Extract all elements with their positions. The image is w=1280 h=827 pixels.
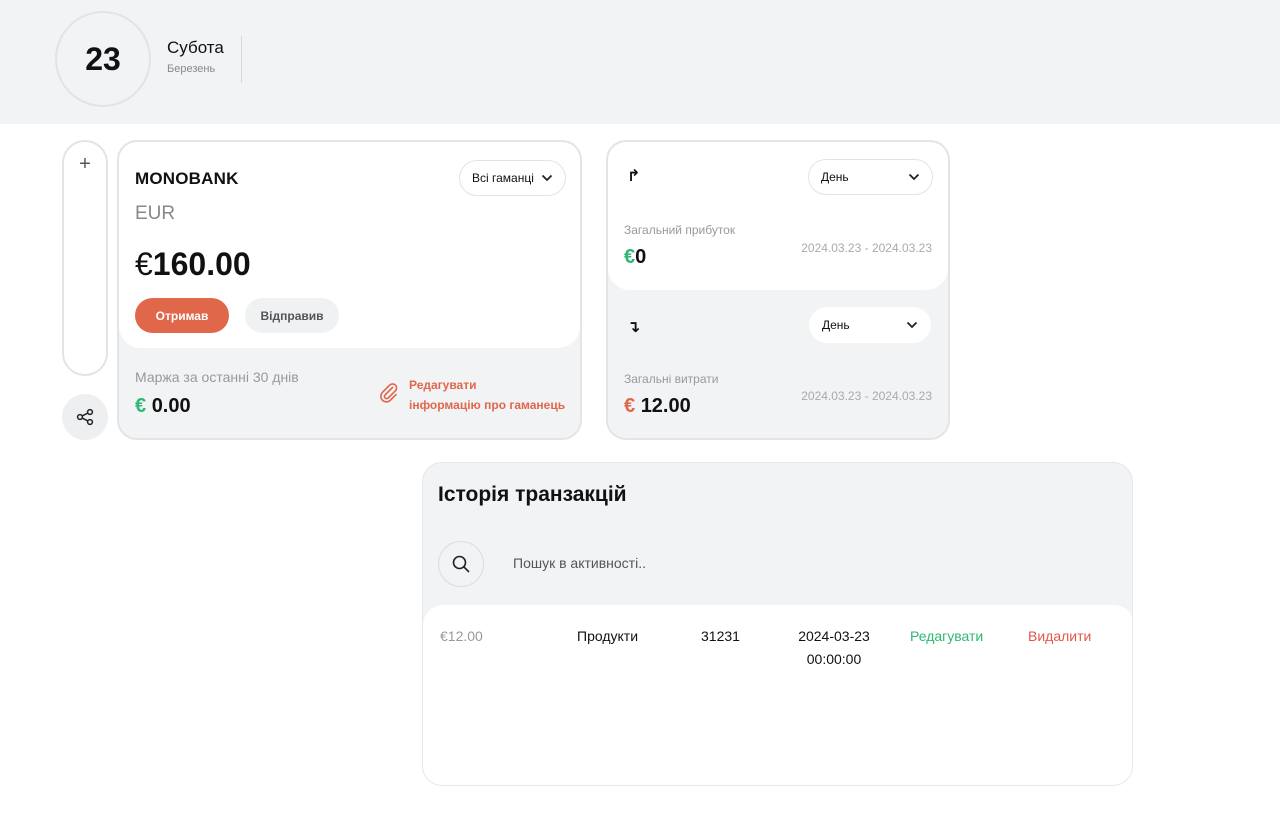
top-bar: 23 Субота Березень xyxy=(0,0,1280,124)
received-button[interactable]: Отримав xyxy=(135,298,229,333)
edit-wallet-link[interactable]: Редагувати інформацію про гаманець xyxy=(377,375,565,415)
paperclip-icon xyxy=(380,383,398,403)
header-divider xyxy=(241,36,242,83)
margin-label: Маржа за останні 30 днів xyxy=(135,369,299,385)
expense-currency-symbol: € xyxy=(624,395,636,417)
share-icon xyxy=(76,408,94,426)
wallet-select-value: Всі гаманці xyxy=(472,171,534,185)
wallet-currency: EUR xyxy=(135,203,176,224)
delete-transaction-button[interactable]: Видалити xyxy=(1028,625,1091,648)
history-title: Історія транзакцій xyxy=(438,483,627,506)
wallet-card: MONOBANK EUR €160.00 Всі гаманці Отримав… xyxy=(117,140,582,440)
edit-wallet-label-line1: Редагувати xyxy=(409,378,477,392)
balance-amount: 160.00 xyxy=(152,246,251,282)
income-amount: 0 xyxy=(635,246,647,268)
wallet-summary: MONOBANK EUR €160.00 Всі гаманці Отримав… xyxy=(119,142,580,348)
edit-transaction-button[interactable]: Редагувати xyxy=(910,625,983,648)
wallet-balance: €160.00 xyxy=(135,246,251,283)
income-currency-symbol: € xyxy=(624,246,636,268)
share-button[interactable] xyxy=(62,394,108,440)
transaction-number: 31231 xyxy=(701,628,740,644)
transaction-datetime: 2024-03-23 00:00:00 xyxy=(793,625,875,671)
income-period-value: День xyxy=(821,170,849,184)
expense-date-range: 2024.03.23 - 2024.03.23 xyxy=(801,389,932,403)
wallet-rail: + xyxy=(62,140,108,376)
expense-value: € 12.00 xyxy=(624,395,691,418)
search-input[interactable]: Пошук в активності.. xyxy=(513,555,646,571)
weekday-label: Субота xyxy=(167,38,224,57)
transaction-time: 00:00:00 xyxy=(806,651,862,667)
expense-label: Загальні витрати xyxy=(624,372,719,386)
sent-button[interactable]: Відправив xyxy=(245,298,339,333)
income-value: €0 xyxy=(624,246,646,269)
transaction-amount: €12.00 xyxy=(440,628,483,644)
balance-currency-symbol: € xyxy=(135,246,153,282)
stats-card: ↱ День Загальний прибуток €0 2024.03.23 … xyxy=(606,140,950,440)
expense-amount: 12.00 xyxy=(640,395,691,417)
date-meta: Субота Березень xyxy=(167,38,224,75)
income-period-select[interactable]: День xyxy=(808,159,933,195)
income-arrow-icon: ↱ xyxy=(627,168,641,185)
margin-currency-symbol: € xyxy=(135,395,147,417)
expense-period-select[interactable]: День xyxy=(809,307,931,343)
edit-wallet-label-line2: інформацію про гаманець xyxy=(409,398,566,412)
transaction-date: 2024-03-23 xyxy=(798,628,870,644)
edit-wallet-label: Редагувати інформацію про гаманець xyxy=(409,375,565,415)
expense-period-value: День xyxy=(822,318,850,332)
chevron-down-icon xyxy=(541,174,553,182)
income-panel: ↱ День Загальний прибуток €0 2024.03.23 … xyxy=(608,142,948,290)
transaction-history: Історія транзакцій Пошук в активності.. … xyxy=(422,462,1133,786)
margin-amount: 0.00 xyxy=(151,395,191,417)
month-label: Березень xyxy=(167,63,216,75)
bank-name: MONOBANK xyxy=(135,169,239,188)
margin-value: € 0.00 xyxy=(135,395,191,418)
transaction-list: €12.00 Продукти 31231 2024-03-23 00:00:0… xyxy=(423,605,1132,785)
chevron-down-icon xyxy=(906,321,918,329)
income-label: Загальний прибуток xyxy=(624,223,736,237)
transaction-category: Продукти xyxy=(577,628,639,644)
add-wallet-button[interactable]: + xyxy=(64,152,106,176)
search-icon xyxy=(452,555,470,573)
search-button[interactable] xyxy=(438,541,484,587)
expense-arrow-icon: ↴ xyxy=(627,319,641,336)
day-number: 23 xyxy=(55,11,151,107)
income-date-range: 2024.03.23 - 2024.03.23 xyxy=(801,241,932,255)
wallet-select[interactable]: Всі гаманці xyxy=(459,160,566,196)
chevron-down-icon xyxy=(908,173,920,181)
